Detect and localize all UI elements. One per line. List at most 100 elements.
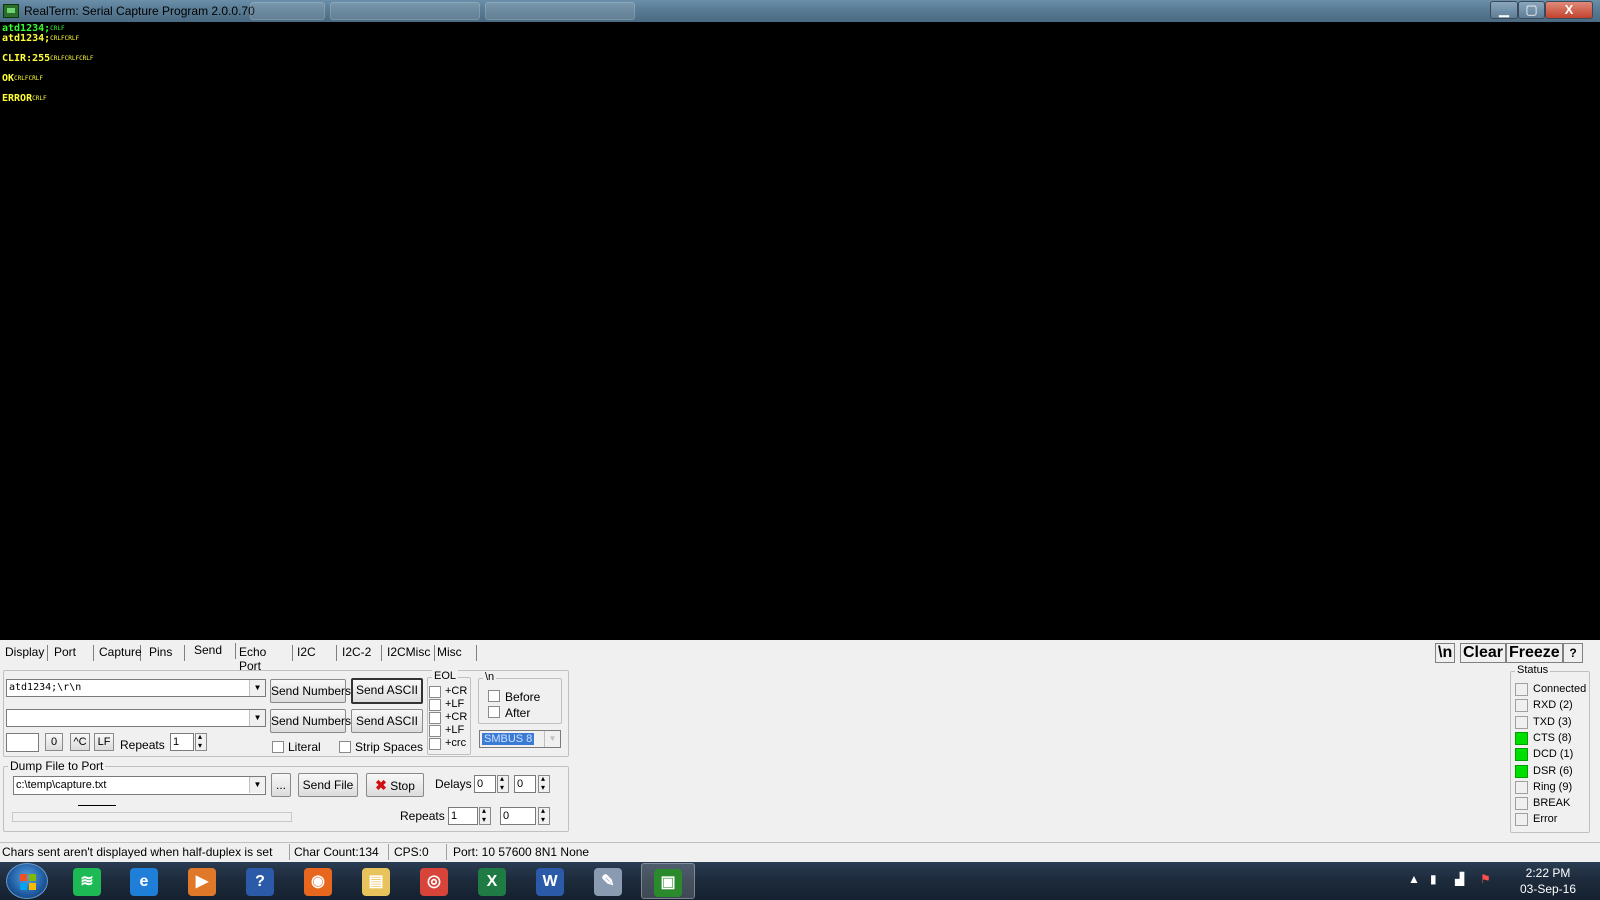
eol-cr-1-checkbox[interactable]	[429, 686, 441, 698]
cps: CPS:0	[394, 845, 429, 859]
tab-i2c-2[interactable]: I2C-2	[342, 645, 382, 661]
maximize-button[interactable]: ▢	[1518, 1, 1545, 19]
clock-time: 2:22 PM	[1525, 866, 1571, 880]
network-adapter-icon[interactable]: ▮	[1430, 872, 1437, 886]
status-led-label: Error	[1533, 813, 1558, 825]
send-string-2-input[interactable]: ▼	[6, 709, 266, 727]
chevron-down-icon[interactable]: ▼	[249, 777, 265, 793]
delay-2-spinner[interactable]	[538, 774, 550, 793]
status-led-label: Connected	[1533, 683, 1587, 695]
dump-file-path-input[interactable]: c:\temp\capture.txt ▼	[13, 776, 266, 795]
help-button[interactable]: ?	[1563, 643, 1583, 663]
clock[interactable]: 2:22 PM 03-Sep-16	[1508, 865, 1588, 897]
taskbar-app-button[interactable]: ▣	[641, 863, 695, 899]
signal-strength-icon[interactable]: ▟	[1455, 872, 1464, 886]
status-led-indicator	[1515, 699, 1528, 712]
terminal-display[interactable]: atd1234;CRLF atd1234;CRLFCRLF CLIR:255CRLF…	[0, 22, 1600, 640]
paint-icon: ✎	[594, 868, 622, 896]
show-hidden-icons-icon[interactable]: ▲	[1408, 872, 1420, 886]
taskbar-app-button[interactable]: ≋	[61, 863, 115, 899]
lf-button[interactable]: LF	[94, 733, 114, 751]
literal-checkbox[interactable]	[272, 741, 284, 753]
clock-date: 03-Sep-16	[1519, 882, 1577, 896]
title-bar: RealTerm: Serial Capture Program 2.0.0.7…	[0, 0, 1600, 22]
delay-2-input[interactable]: 0	[514, 775, 536, 793]
status-led-label: CTS (8)	[1533, 732, 1572, 744]
taskbar-app-button[interactable]: ▤	[350, 863, 404, 899]
terminal-line: atd1234;CRLF	[2, 24, 1598, 34]
send-ascii-1-button[interactable]: Send ASCII	[351, 678, 423, 704]
chevron-down-icon[interactable]: ▼	[544, 731, 560, 747]
taskbar-app-button[interactable]: ?	[234, 863, 288, 899]
tab-i2cmisc[interactable]: I2CMisc	[387, 645, 435, 661]
taskbar-app-button[interactable]: e	[118, 863, 172, 899]
status-led-indicator	[1515, 765, 1528, 778]
eol-cr-1-label: +CR	[445, 685, 468, 697]
tab-send[interactable]: Send	[194, 643, 236, 659]
dump-repeats-1-input[interactable]: 1	[448, 807, 478, 825]
ctrl-c-button[interactable]: ^C	[70, 733, 90, 751]
char-count: Char Count:134	[294, 845, 379, 859]
eol-lf-1-checkbox[interactable]	[429, 699, 441, 711]
chevron-down-icon[interactable]: ▼	[249, 680, 265, 696]
tab-i2c[interactable]: I2C	[297, 645, 337, 661]
eol-crc-checkbox[interactable]	[429, 738, 441, 750]
minimize-button[interactable]: ▁	[1490, 1, 1518, 19]
newline-toggle-button[interactable]: \n	[1435, 643, 1456, 663]
stop-button[interactable]: ✖ Stop	[366, 773, 424, 797]
taskbar-app-button[interactable]: X	[466, 863, 520, 899]
smbus-select[interactable]: SMBUS 8 ▼	[479, 730, 561, 748]
control-chars: CRLFCRLF	[14, 75, 43, 82]
newline-title: \n	[483, 671, 497, 683]
eol-cr-2-checkbox[interactable]	[429, 712, 441, 724]
tab-echo-port[interactable]: Echo Port	[239, 645, 293, 673]
repeats-input[interactable]: 1	[170, 733, 194, 751]
delay-1-spinner[interactable]	[497, 774, 509, 793]
tab-display[interactable]: Display	[5, 645, 48, 661]
start-button[interactable]	[6, 863, 48, 899]
dump-repeats-1-spinner[interactable]	[479, 806, 491, 825]
status-led-indicator	[1515, 716, 1528, 729]
dump-repeats-2-input[interactable]: 0	[500, 807, 536, 825]
delay-1-input[interactable]: 0	[474, 775, 496, 793]
action-center-icon[interactable]: ⚑	[1480, 872, 1491, 886]
taskbar-app-button[interactable]: ◉	[292, 863, 346, 899]
status-title: Status	[1515, 664, 1551, 676]
taskbar-app-button[interactable]: ✎	[582, 863, 636, 899]
tab-misc[interactable]: Misc	[437, 645, 477, 661]
taskbar-app-button[interactable]: ▶	[176, 863, 230, 899]
status-led-label: Ring (9)	[1533, 781, 1573, 793]
char-input[interactable]	[6, 733, 39, 752]
send-zero-button[interactable]: 0	[45, 733, 63, 751]
send-file-button[interactable]: Send File	[298, 773, 358, 797]
clear-button[interactable]: Clear	[1460, 643, 1507, 663]
eol-lf-2-checkbox[interactable]	[429, 725, 441, 737]
send-numbers-1-button[interactable]: Send Numbers	[270, 679, 351, 703]
tab-pins[interactable]: Pins	[149, 645, 185, 661]
status-separator	[388, 844, 389, 860]
repeats-spinner[interactable]	[195, 732, 207, 751]
terminal-line: ERRORCRLF	[2, 94, 1598, 104]
excel-icon: X	[478, 868, 506, 896]
taskbar-app-button[interactable]: W	[524, 863, 578, 899]
file-explorer-icon: ▤	[362, 868, 390, 896]
strip-spaces-checkbox[interactable]	[339, 741, 351, 753]
after-checkbox[interactable]	[488, 706, 500, 718]
send-numbers-2-button[interactable]: Send Numbers	[270, 709, 351, 733]
close-button[interactable]: X	[1545, 1, 1593, 19]
status-led-indicator	[1515, 797, 1528, 810]
tab-capture[interactable]: Capture	[99, 645, 142, 661]
tab-port[interactable]: Port	[54, 645, 94, 661]
taskbar-app-button[interactable]: ◎	[408, 863, 462, 899]
help-icon: ?	[246, 868, 274, 896]
dump-repeats-2-spinner[interactable]	[538, 806, 550, 825]
dump-file-path-value: c:\temp\capture.txt	[16, 779, 107, 791]
before-checkbox[interactable]	[488, 690, 500, 702]
send-string-1-input[interactable]: atd1234;\r\n ▼	[6, 679, 266, 697]
media-player-icon: ▶	[188, 868, 216, 896]
browse-file-button[interactable]: ...	[271, 773, 291, 797]
chevron-down-icon[interactable]: ▼	[249, 710, 265, 726]
send-ascii-2-button[interactable]: Send ASCII	[351, 709, 423, 733]
freeze-button[interactable]: Freeze	[1506, 643, 1563, 663]
